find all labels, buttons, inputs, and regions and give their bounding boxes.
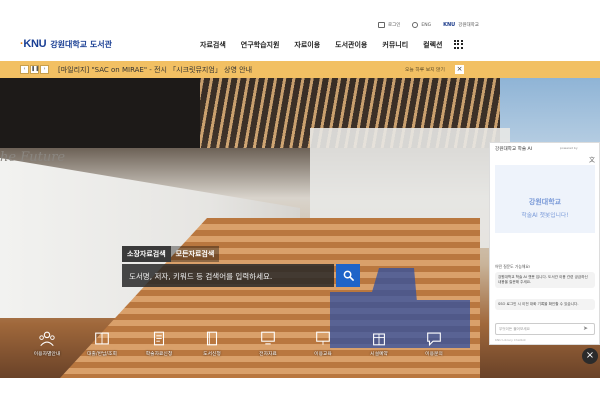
chat-input[interactable]: 무엇이든 물어보세요 (495, 323, 595, 335)
university-label: 강원대학교 (458, 23, 479, 28)
tab-holdings-search[interactable]: 소장자료검색 (122, 246, 171, 262)
notice-prev-button[interactable]: ‹ (20, 65, 29, 74)
quick-label: 시설예약 (370, 352, 388, 357)
nav-item-community[interactable]: 커뮤니티 (382, 40, 408, 50)
login-link[interactable]: 로그인 (378, 22, 400, 28)
ceiling-dark (0, 78, 200, 148)
quick-label: 이용교육 (314, 352, 332, 357)
quick-facility[interactable]: 시설예약 (354, 330, 404, 357)
chat-welcome-card: 강원대학교 학술AI 챗봇입니다! (495, 165, 595, 233)
chat-greeting: 어떤 질문도 가능해요! (495, 264, 531, 269)
quick-e-resources[interactable]: 전자자료 (243, 330, 293, 357)
library-name: 강원대학교 도서관 (50, 39, 112, 49)
notice-pause-button[interactable]: ❚❚ (30, 65, 39, 74)
quick-book-request[interactable]: 도서신청 (187, 330, 237, 357)
document-icon (153, 331, 165, 346)
chat-footer: KNU Library Chatbot (495, 338, 526, 342)
quick-inquiry[interactable]: 이용문의 (409, 330, 459, 357)
welcome-university: 강원대학교 (528, 198, 562, 206)
users-icon (39, 331, 55, 347)
library-logo[interactable]: ·KNU 강원대학교 도서관 (20, 38, 112, 50)
tab-all-search[interactable]: 모든자료검색 (170, 246, 220, 262)
notice-hide-today[interactable]: 오늘 하루 보지 않기 (405, 66, 445, 73)
search-tabs: 소장자료검색 모든자료검색 (122, 246, 220, 262)
chat-title: 강원대학교 학술 AI (495, 147, 533, 152)
quick-label: 이용문의 (425, 352, 443, 357)
notice-text[interactable]: [마일리지] "SAC on MIRAE" - 전시 「시크릿뮤지엄」 상영 안… (58, 65, 252, 75)
quick-loan[interactable]: 대출/반납/조회 (77, 330, 127, 357)
quick-label: 학술자료신청 (145, 352, 173, 357)
search-box (122, 264, 334, 288)
quick-education[interactable]: 이용교육 (298, 330, 348, 357)
university-link[interactable]: KNU 강원대학교 (443, 22, 479, 28)
knu-mini-logo: KNU (443, 22, 456, 28)
knu-logo: ·KNU (20, 38, 47, 50)
main-nav: 자료검색 연구학습지원 자료이용 도서관이용 커뮤니티 컬렉션 (200, 40, 457, 50)
header: ·KNU 강원대학교 도서관 자료검색 연구학습지원 자료이용 도서관이용 커뮤… (0, 30, 600, 60)
nav-item-search[interactable]: 자료검색 (200, 40, 226, 50)
hero-wall-text: he Future (0, 150, 66, 165)
notice-close-button[interactable]: × (455, 65, 464, 74)
search-input[interactable] (122, 265, 334, 288)
building-icon (373, 333, 385, 346)
globe-icon (412, 22, 419, 28)
login-label: 로그인 (388, 23, 401, 28)
chat-bubble-icon (427, 332, 441, 347)
quick-user-guide[interactable]: 이용자별안내 (22, 330, 72, 357)
nav-item-library-use[interactable]: 도서관이용 (335, 40, 367, 50)
books-icon (95, 332, 109, 345)
send-icon[interactable]: ➤ (583, 325, 588, 332)
chat-message: 강원대학교 학술 AI 챗봇 입니다. 도서관 이용 관련 궁금하신 내용을 질… (495, 272, 595, 288)
welcome-message: 학술AI 챗봇입니다! (521, 213, 569, 219)
lock-icon (378, 22, 385, 28)
quick-label: 도서신청 (203, 352, 221, 357)
utility-bar: 로그인 ENG KNU 강원대학교 (378, 22, 479, 28)
chat-powered-by: powered by (560, 146, 578, 150)
all-menu-grid-icon[interactable] (454, 40, 463, 49)
quick-menu: 이용자별안내 대출/반납/조회 학술자료신청 도서신청 전자자료 이용교육 시설… (0, 330, 490, 375)
chat-message: SSO 로그인 시 이전 대화 기록을 확인할 수 있습니다. (495, 299, 595, 310)
quick-material-request[interactable]: 학술자료신청 (134, 330, 184, 357)
quick-label: 대출/반납/조회 (87, 352, 117, 357)
quick-label: 전자자료 (259, 352, 277, 357)
translate-icon[interactable]: 文 (589, 155, 595, 164)
nav-item-collection[interactable]: 컬렉션 (423, 40, 442, 50)
ai-chat-panel: 강원대학교 학술 AI powered by 文 강원대학교 학술AI 챗봇입니… (489, 142, 600, 345)
notice-bar: ‹ ❚❚ › [마일리지] "SAC on MIRAE" - 전시 「시크릿뮤지… (0, 61, 600, 78)
presentation-icon (316, 331, 330, 345)
search-button[interactable] (336, 264, 360, 287)
nav-item-research[interactable]: 연구학습지원 (241, 40, 280, 50)
monitor-icon (261, 331, 275, 345)
language-label: ENG (421, 22, 432, 28)
book-icon (206, 331, 218, 346)
notice-next-button[interactable]: › (40, 65, 49, 74)
chat-close-button[interactable]: × (582, 348, 598, 364)
search-icon (343, 270, 354, 281)
language-link[interactable]: ENG (412, 22, 431, 28)
quick-label: 이용자별안내 (33, 352, 61, 357)
nav-item-usage[interactable]: 자료이용 (294, 40, 320, 50)
